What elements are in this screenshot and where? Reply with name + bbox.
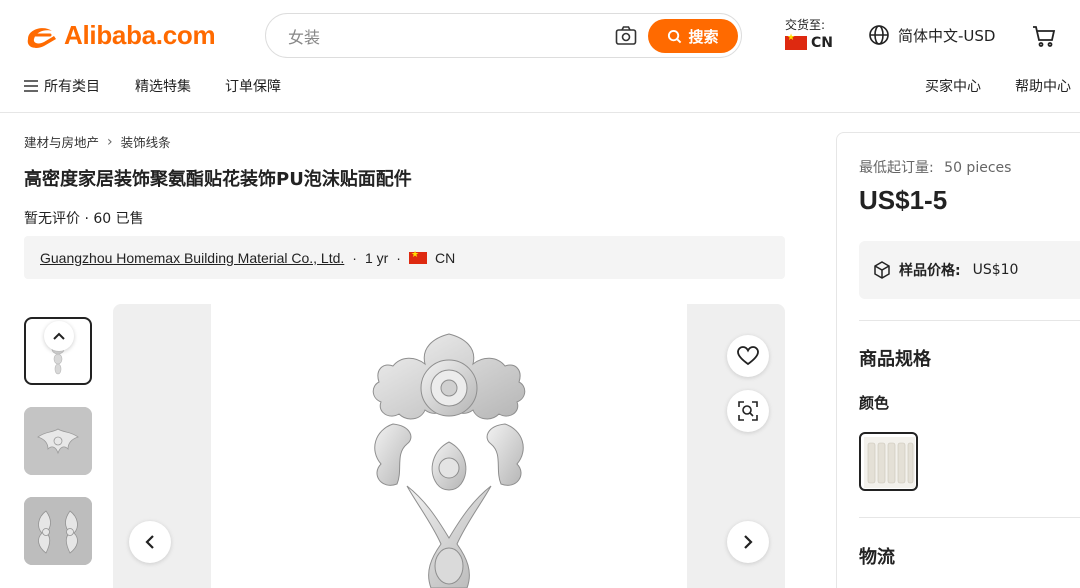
previous-image-button[interactable] [129, 521, 171, 563]
price-range: US$1-5 [859, 185, 948, 215]
molding-swatch-image [864, 437, 915, 488]
separator: · [396, 249, 401, 266]
thumbnail-3[interactable] [24, 497, 92, 565]
divider [859, 320, 1080, 321]
language-currency-label: 简体中文-USD [898, 26, 996, 45]
color-label: 颜色 [859, 394, 890, 412]
product-meta: 暂无评价 · 60 已售 [24, 211, 144, 227]
main-product-image[interactable] [113, 304, 785, 588]
logistics-title: 物流 [859, 547, 895, 568]
search-button[interactable]: 搜索 [648, 19, 738, 53]
camera-search-icon[interactable] [614, 24, 638, 48]
chevron-up-icon [53, 332, 65, 340]
favorite-button[interactable] [727, 335, 769, 377]
search-icon [668, 29, 682, 43]
alibaba-logo-icon [27, 27, 56, 48]
search-button-label: 搜索 [688, 27, 719, 46]
logo-text: Alibaba.com [64, 20, 216, 50]
menu-icon [24, 80, 38, 92]
ship-to-label: 交货至: [785, 18, 826, 32]
heart-icon [737, 346, 759, 366]
nav-help-center-label: 帮助中心 [1015, 79, 1071, 95]
divider [859, 517, 1080, 518]
supplier-name-link[interactable]: Guangzhou Homemax Building Material Co.,… [40, 250, 344, 266]
sample-price-value: US$10 [972, 262, 1019, 278]
nav-order-protection-label: 订单保障 [225, 79, 281, 95]
chevron-left-icon [145, 535, 154, 549]
chevron-right-icon: › [107, 133, 113, 150]
thumbnail-2[interactable] [24, 407, 92, 475]
supplier-bar: Guangzhou Homemax Building Material Co.,… [24, 236, 785, 279]
search-bar: 搜索 [265, 13, 742, 58]
supplier-country: CN [434, 249, 456, 266]
box-icon [874, 261, 890, 279]
nav-order-protection[interactable]: 订单保障 [225, 76, 281, 96]
nav-all-categories-label: 所有类目 [44, 79, 100, 95]
ship-to-country-code: CN [811, 35, 833, 51]
cart-icon[interactable] [1031, 24, 1057, 48]
nav-featured[interactable]: 精选特集 [135, 76, 191, 96]
alibaba-logo[interactable]: Alibaba.com [24, 20, 216, 51]
moq-label: 最低起订量: [859, 160, 934, 176]
thumbnail-scroll-up-button[interactable] [44, 321, 74, 351]
separator: · [352, 249, 357, 266]
sample-price-label: 样品价格: [899, 263, 961, 279]
nav-all-categories[interactable]: 所有类目 [24, 76, 100, 96]
language-currency-selector[interactable]: 简体中文-USD [868, 24, 995, 46]
product-image-canvas [211, 304, 687, 588]
moq-value: 50 pieces [944, 160, 1012, 176]
nav-featured-label: 精选特集 [135, 79, 191, 95]
main-nav: 所有类目 精选特集 订单保障 买家中心 帮助中心 [0, 70, 1080, 113]
china-flag-icon [785, 33, 807, 50]
product-title: 高密度家居装饰聚氨酯贴花装饰PU泡沫贴面配件 [24, 169, 412, 190]
ship-to-country: CN [785, 33, 833, 51]
thumbnail-1[interactable] [24, 317, 92, 385]
purchase-panel: 最低起订量: 50 pieces US$1-5 样品价格: US$10 商品规格… [836, 132, 1080, 588]
image-search-icon [738, 401, 758, 421]
image-search-button[interactable] [727, 390, 769, 432]
globe-icon [869, 25, 889, 45]
china-flag-icon [408, 249, 427, 264]
ornament-thumb-image [24, 497, 92, 565]
breadcrumb-item[interactable]: 装饰线条 [121, 132, 171, 151]
moq: 最低起订量: 50 pieces [859, 157, 1011, 177]
top-header: Alibaba.com 搜索 交货至: CN 简体中文-USD [0, 0, 1080, 70]
ship-to-selector[interactable]: 交货至: CN [785, 16, 833, 51]
sample-price-box[interactable]: 样品价格: US$10 [859, 241, 1080, 299]
nav-buyer-center[interactable]: 买家中心 [925, 76, 981, 96]
ornament-product-image [372, 333, 526, 588]
breadcrumb-item[interactable]: 建材与房地产 [24, 132, 99, 151]
chevron-right-icon [744, 535, 753, 549]
nav-buyer-center-label: 买家中心 [925, 79, 981, 95]
breadcrumb: 建材与房地产 › 装饰线条 [24, 132, 171, 151]
search-input[interactable] [288, 26, 588, 48]
nav-help-center[interactable]: 帮助中心 [1015, 76, 1071, 96]
spec-title: 商品规格 [859, 349, 931, 370]
supplier-years: 1 yr [364, 249, 389, 266]
next-image-button[interactable] [727, 521, 769, 563]
ornament-thumb-image [24, 407, 92, 475]
color-swatch[interactable] [859, 432, 918, 491]
